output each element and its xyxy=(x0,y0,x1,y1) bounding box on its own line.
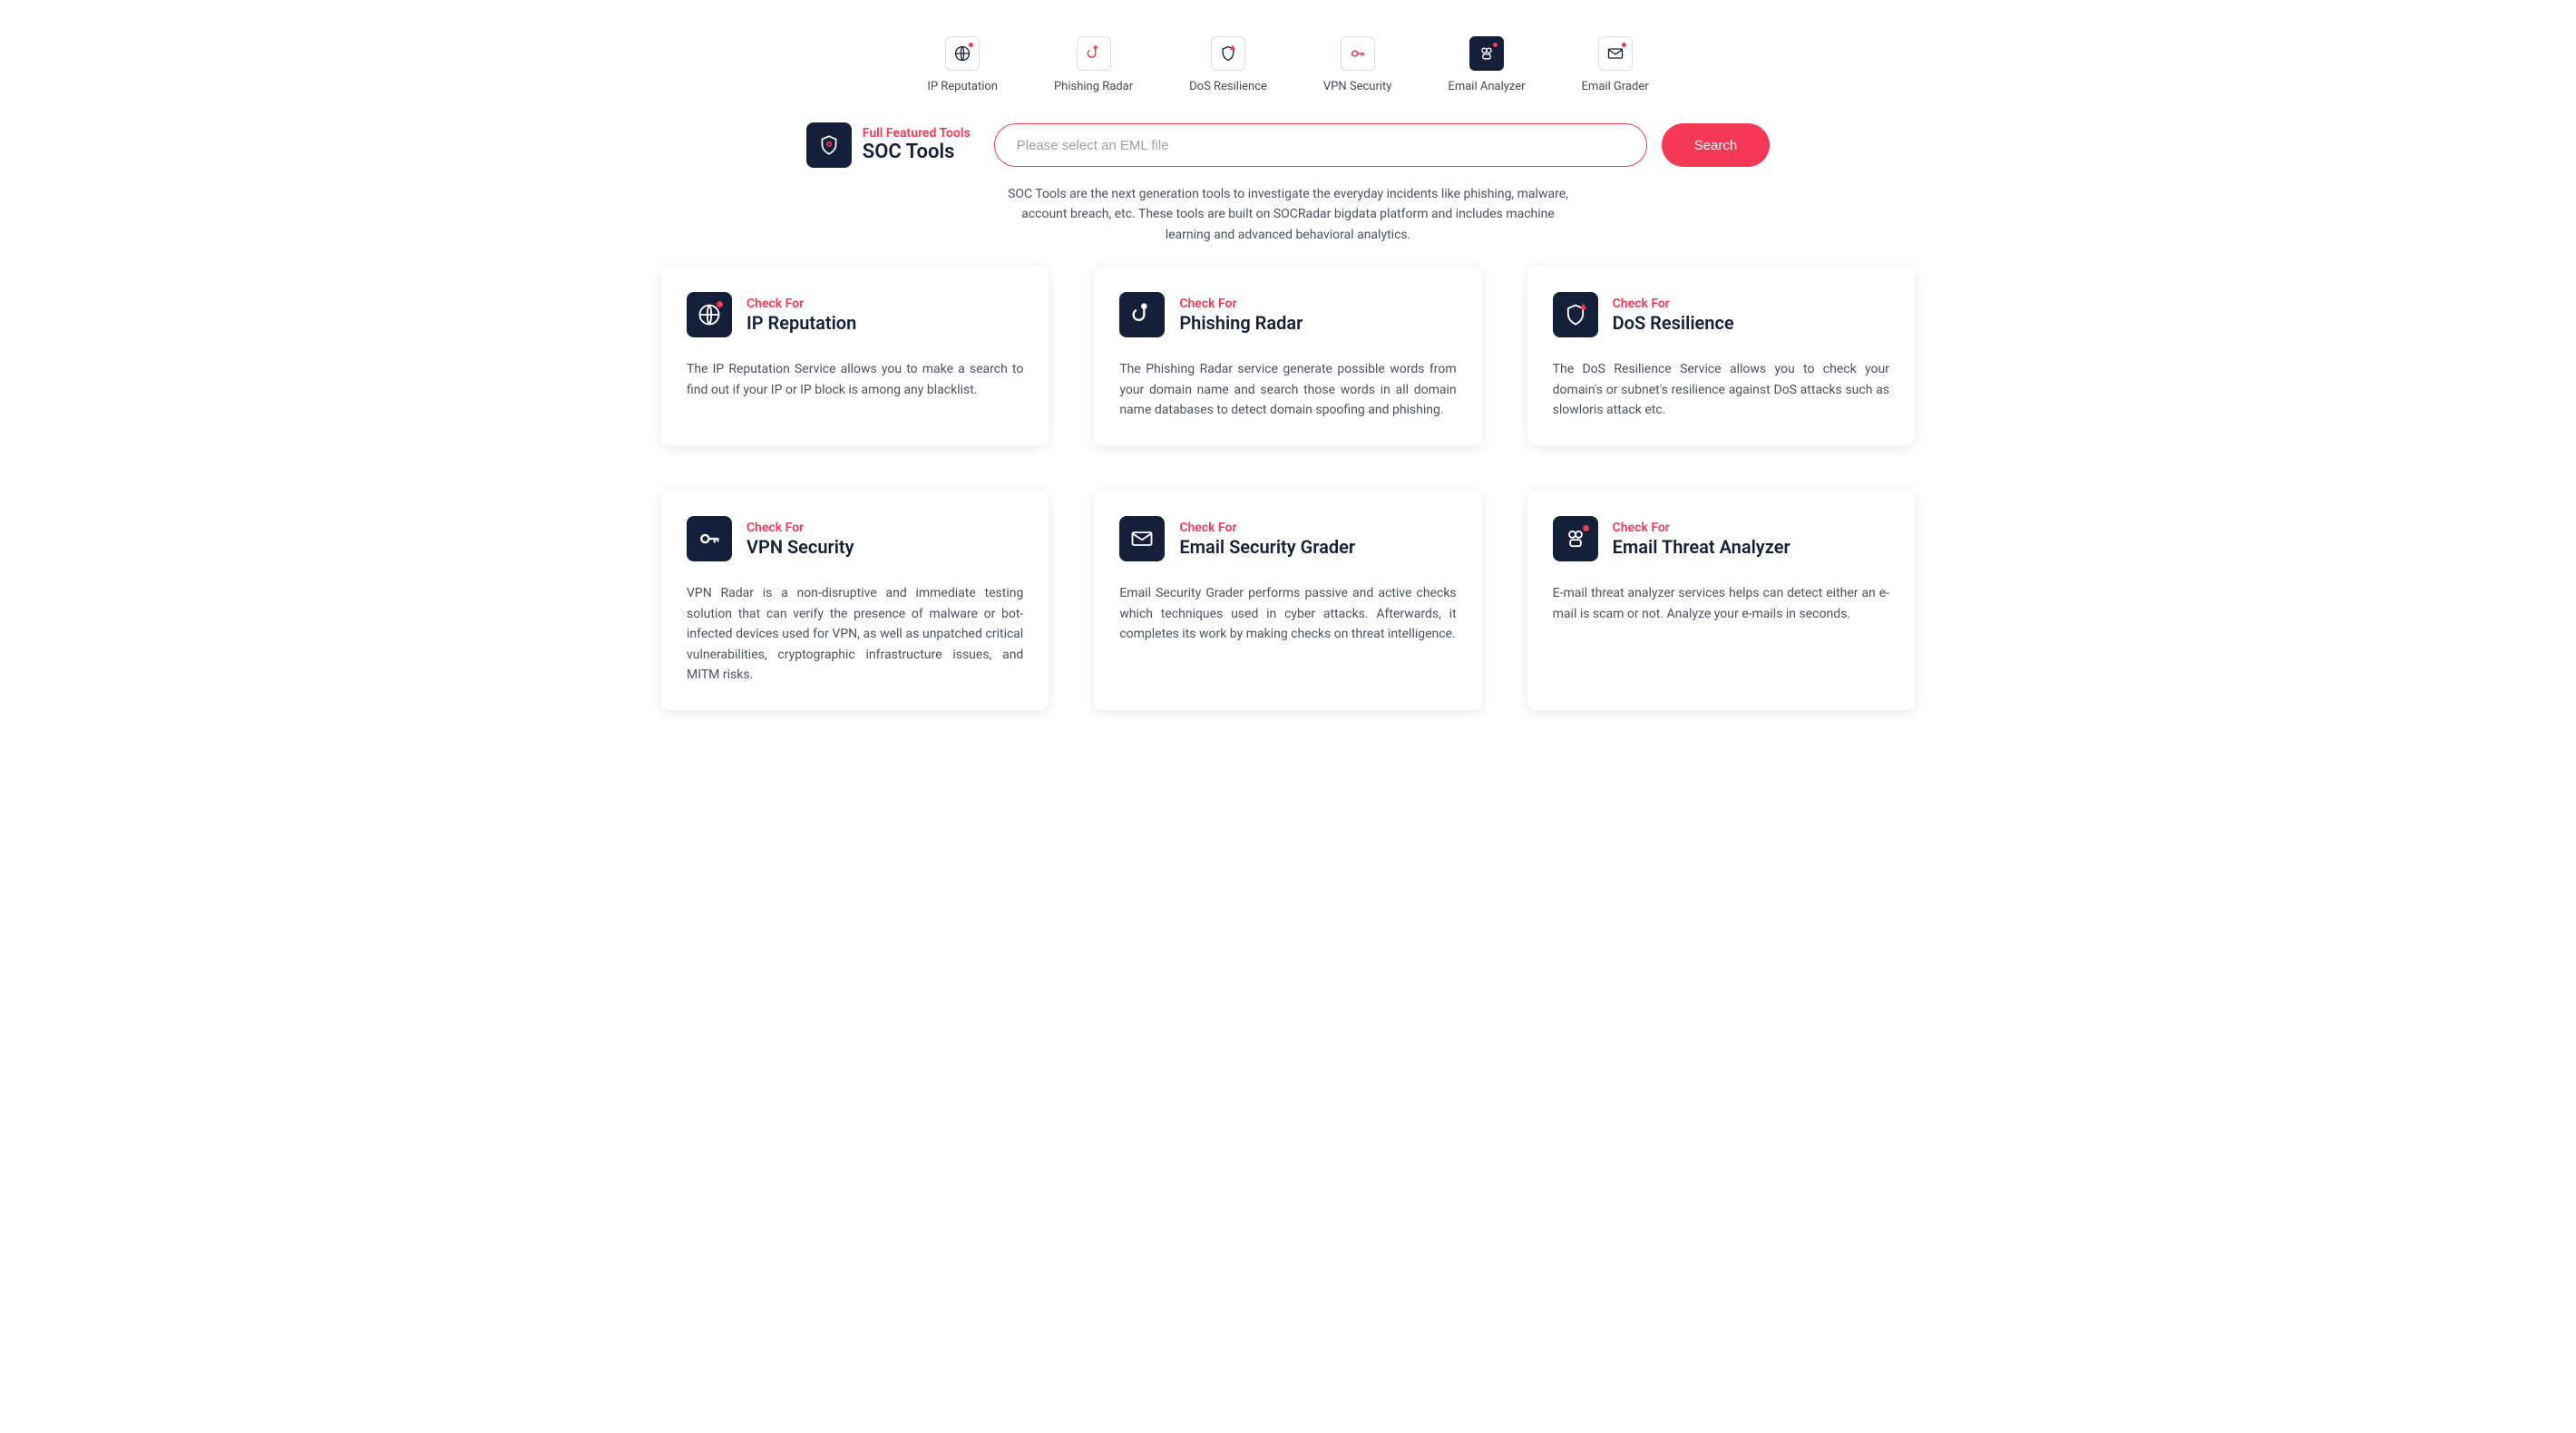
tab-label: Email Grader xyxy=(1582,80,1649,93)
brand: Full Featured Tools SOC Tools xyxy=(806,122,971,168)
card-head: Check For Phishing Radar xyxy=(1119,292,1456,337)
tab-label: VPN Security xyxy=(1323,80,1392,93)
card-overline: Check For xyxy=(1179,521,1355,536)
tab-label: DoS Resilience xyxy=(1189,80,1267,93)
card-title: Phishing Radar xyxy=(1179,312,1303,334)
cards-grid: Check For IP Reputation The IP Reputatio… xyxy=(661,267,1915,710)
card-head: Check For IP Reputation xyxy=(687,292,1023,337)
tab-email-analyzer[interactable]: Email Analyzer xyxy=(1448,36,1525,93)
card-head: Check For VPN Security xyxy=(687,516,1023,561)
tab-label: Email Analyzer xyxy=(1448,80,1525,93)
card-overline: Check For xyxy=(1179,297,1303,312)
triangle-icon: ▲ xyxy=(1578,299,1589,312)
envelope-icon xyxy=(1119,516,1165,561)
card-head: Check For Email Security Grader xyxy=(1119,516,1456,561)
tool-tabs: IP Reputation Phishing Radar ▲ DoS Resil… xyxy=(661,36,1915,93)
tab-label: Phishing Radar xyxy=(1054,80,1133,93)
envelope-icon xyxy=(1598,36,1633,71)
search-input[interactable] xyxy=(994,123,1647,167)
card-overline: Check For xyxy=(746,297,856,312)
card-overline: Check For xyxy=(1613,521,1791,536)
card-email-threat-analyzer[interactable]: Check For Email Threat Analyzer E-mail t… xyxy=(1527,491,1915,710)
dot-icon xyxy=(969,43,973,47)
card-desc: VPN Radar is a non-disruptive and immedi… xyxy=(687,583,1023,685)
search-row: Full Featured Tools SOC Tools Search xyxy=(661,122,1915,168)
hook-icon xyxy=(1119,292,1165,337)
page-blurb: SOC Tools are the next generation tools … xyxy=(998,184,1578,245)
card-email-security-grader[interactable]: Check For Email Security Grader Email Se… xyxy=(1094,491,1481,710)
brand-overline: Full Featured Tools xyxy=(863,126,971,141)
hook-icon xyxy=(1077,36,1111,71)
card-desc: The Phishing Radar service generate poss… xyxy=(1119,359,1456,420)
brand-title: SOC Tools xyxy=(863,141,971,163)
card-dos-resilience[interactable]: ▲ Check For DoS Resilience The DoS Resil… xyxy=(1527,267,1915,445)
dot-icon xyxy=(1622,43,1626,47)
tab-dos-resilience[interactable]: ▲ DoS Resilience xyxy=(1189,36,1267,93)
dot-icon xyxy=(1583,525,1589,531)
tab-label: IP Reputation xyxy=(927,80,998,93)
key-icon xyxy=(1341,36,1375,71)
card-desc: The DoS Resilience Service allows you to… xyxy=(1553,359,1889,420)
card-title: Email Security Grader xyxy=(1179,536,1355,558)
shield-icon: ▲ xyxy=(1211,36,1245,71)
robot-icon xyxy=(1469,36,1504,71)
card-head: Check For Email Threat Analyzer xyxy=(1553,516,1889,561)
tab-email-grader[interactable]: Email Grader xyxy=(1582,36,1649,93)
shield-icon: ▲ xyxy=(1553,292,1598,337)
card-desc: The IP Reputation Service allows you to … xyxy=(687,359,1023,400)
card-title: IP Reputation xyxy=(746,312,856,334)
card-desc: E-mail threat analyzer services helps ca… xyxy=(1553,583,1889,624)
card-phishing-radar[interactable]: Check For Phishing Radar The Phishing Ra… xyxy=(1094,267,1481,445)
shield-icon xyxy=(806,122,852,168)
globe-icon xyxy=(945,36,980,71)
card-title: DoS Resilience xyxy=(1613,312,1734,334)
card-title: VPN Security xyxy=(746,536,854,558)
tab-phishing-radar[interactable]: Phishing Radar xyxy=(1054,36,1133,93)
robot-icon xyxy=(1553,516,1598,561)
card-head: ▲ Check For DoS Resilience xyxy=(1553,292,1889,337)
card-overline: Check For xyxy=(746,521,854,536)
card-vpn-security[interactable]: Check For VPN Security VPN Radar is a no… xyxy=(661,491,1049,710)
tab-vpn-security[interactable]: VPN Security xyxy=(1323,36,1392,93)
key-icon xyxy=(687,516,732,561)
dot-icon xyxy=(1493,43,1498,47)
tab-ip-reputation[interactable]: IP Reputation xyxy=(927,36,998,93)
search-button[interactable]: Search xyxy=(1662,123,1771,167)
globe-icon xyxy=(687,292,732,337)
card-desc: Email Security Grader performs passive a… xyxy=(1119,583,1456,644)
card-title: Email Threat Analyzer xyxy=(1613,536,1791,558)
card-overline: Check For xyxy=(1613,297,1734,312)
card-ip-reputation[interactable]: Check For IP Reputation The IP Reputatio… xyxy=(661,267,1049,445)
